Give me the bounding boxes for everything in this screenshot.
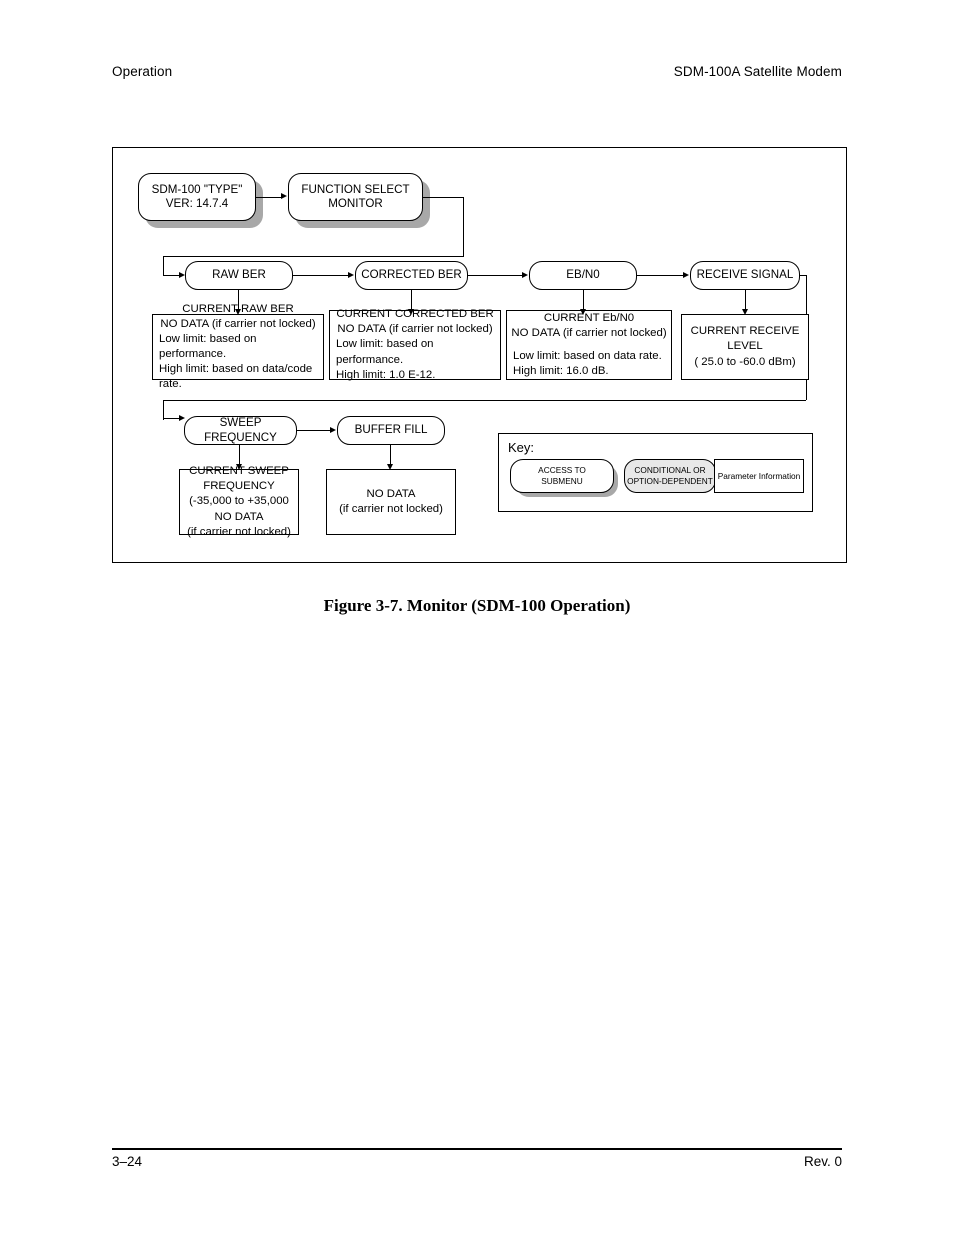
- corrected-ber-p4: High limit: 1.0 E-12.: [336, 368, 436, 381]
- node-sweep-frequency[interactable]: SWEEP FREQUENCY: [184, 416, 297, 445]
- key-legend-box: Key: ACCESS TO SUBMENU CONDITIONAL OR OP…: [498, 433, 813, 512]
- ebn0-p2: NO DATA (if carrier not locked): [511, 327, 667, 340]
- footer-page-number: 3–24: [112, 1154, 143, 1169]
- monitor-flowchart: SDM-100 "TYPE" VER: 14.7.4 FUNCTION SELE…: [0, 0, 954, 600]
- key-access-line2: SUBMENU: [541, 476, 583, 486]
- connector-corrected-to-ebn0: [468, 275, 522, 277]
- sweep-p2: FREQUENCY: [203, 480, 275, 493]
- receive-signal-label: RECEIVE SIGNAL: [696, 268, 794, 282]
- function-select-line2: MONITOR: [328, 197, 383, 210]
- connector-wrap-h: [163, 399, 806, 401]
- arrow-ebn0-to-receive: [683, 271, 689, 278]
- param-box-raw-ber: CURRENT RAW BER NO DATA (if carrier not …: [152, 303, 324, 390]
- key-conditional-line2: OPTION-DEPENDENT: [627, 476, 713, 486]
- key-conditional-line1: CONDITIONAL OR: [634, 465, 706, 476]
- corrected-ber-p3: Low limit: based on performance.: [336, 338, 434, 366]
- param-box-ebn0: CURRENT Eb/N0 NO DATA (if carrier not lo…: [506, 310, 672, 380]
- connector-function-out-h: [423, 196, 464, 198]
- connector-sweep-to-buffer: [297, 430, 330, 432]
- node-sdm100-type[interactable]: SDM-100 "TYPE" VER: 14.7.4: [138, 173, 256, 221]
- ebn0-p3: Low limit: based on data rate.: [513, 349, 662, 362]
- corrected-ber-p1: CURRENT CORRECTED BER: [336, 308, 494, 321]
- connector-ebn0-down: [583, 290, 585, 310]
- bus-row2-v: [163, 399, 165, 420]
- bus-row1-v: [163, 256, 165, 276]
- arrow-sweep-down: [236, 464, 242, 470]
- title-line1: SDM-100 "TYPE": [151, 182, 243, 196]
- key-parameter-shape: Parameter Information: [714, 459, 804, 493]
- receive-p1: CURRENT RECEIVE: [690, 325, 800, 338]
- sweep-p5: (if carrier not locked): [187, 525, 291, 538]
- node-raw-ber[interactable]: RAW BER: [185, 261, 293, 290]
- arrow-corrected-down: [408, 309, 414, 315]
- bus-row2-entry: [163, 418, 180, 420]
- connector-receive-down: [745, 290, 747, 310]
- node-receive-signal[interactable]: RECEIVE SIGNAL: [690, 261, 800, 290]
- sweep-p4: NO DATA: [214, 510, 264, 523]
- arrow-into-sweep-frequency: [179, 414, 185, 421]
- connector-rawber-to-corrected: [293, 275, 348, 277]
- receive-p2: LEVEL: [727, 340, 763, 353]
- key-conditional-shape: CONDITIONAL OR OPTION-DEPENDENT: [624, 459, 716, 493]
- arrow-into-raw-ber: [179, 271, 185, 278]
- param-box-sweep-frequency: CURRENT SWEEP FREQUENCY (-35,000 to +35,…: [179, 465, 299, 538]
- raw-ber-p2: NO DATA (if carrier not locked): [160, 317, 316, 330]
- node-buffer-fill[interactable]: BUFFER FILL: [337, 416, 445, 445]
- buffer-p2: (if carrier not locked): [339, 503, 443, 515]
- ebn0-p1: CURRENT Eb/N0: [543, 312, 635, 324]
- param-box-corrected-ber: CURRENT CORRECTED BER NO DATA (if carrie…: [329, 308, 501, 381]
- receive-p3: ( 25.0 to -60.0 dBm): [694, 355, 796, 368]
- corrected-ber-p2: NO DATA (if carrier not locked): [337, 323, 493, 336]
- arrow-title-to-function: [281, 193, 287, 199]
- param-box-buffer-fill: NO DATA (if carrier not locked): [326, 469, 456, 535]
- arrow-corrected-to-ebn0: [522, 271, 528, 278]
- buffer-p1: NO DATA: [366, 487, 416, 500]
- bus-row1-h: [163, 256, 463, 258]
- sweep-p3: (-35,000 to +35,000: [189, 495, 289, 508]
- arrow-ebn0-down: [580, 309, 586, 315]
- footer-rule: [112, 1148, 842, 1150]
- arrow-rawber-to-corrected: [348, 271, 354, 278]
- sweep-frequency-label: SWEEP FREQUENCY: [204, 416, 277, 444]
- connector-sweep-down: [239, 445, 241, 465]
- node-ebn0[interactable]: EB/N0: [529, 261, 637, 290]
- function-select-line1: FUNCTION SELECT: [301, 182, 410, 196]
- node-function-select-monitor[interactable]: FUNCTION SELECT MONITOR: [288, 173, 423, 221]
- bus-row1-entry: [163, 275, 180, 277]
- ebn0-p4: High limit: 16.0 dB.: [513, 364, 609, 377]
- arrow-receive-down: [742, 309, 748, 315]
- raw-ber-p4: High limit: based on data/code rate.: [159, 363, 313, 391]
- raw-ber-p3: Low limit: based on performance.: [159, 332, 257, 360]
- raw-ber-label: RAW BER: [212, 268, 266, 282]
- buffer-fill-label: BUFFER FILL: [354, 423, 428, 437]
- arrow-sweep-to-buffer: [330, 426, 336, 433]
- arrow-rawber-down: [235, 309, 241, 315]
- title-line2: VER: 14.7.4: [165, 197, 229, 210]
- arrow-buffer-down: [387, 464, 393, 470]
- footer-revision: Rev. 0: [803, 1154, 842, 1169]
- corrected-ber-label: CORRECTED BER: [361, 268, 462, 282]
- document-page: Operation SDM-100A Satellite Modem SDM-1…: [0, 0, 954, 1235]
- connector-ebn0-to-receive: [637, 275, 683, 277]
- key-label: Key:: [508, 440, 535, 455]
- node-corrected-ber[interactable]: CORRECTED BER: [355, 261, 468, 290]
- key-parameter-label: Parameter Information: [717, 471, 801, 481]
- connector-buffer-down: [390, 445, 392, 465]
- connector-title-to-function: [256, 196, 282, 198]
- key-access-line1: ACCESS TO: [538, 465, 586, 476]
- ebn0-label: EB/N0: [566, 268, 600, 282]
- key-access-submenu-shape: ACCESS TO SUBMENU: [510, 459, 614, 493]
- connector-function-out-v: [462, 196, 464, 257]
- param-box-receive-signal: CURRENT RECEIVE LEVEL ( 25.0 to -60.0 dB…: [681, 314, 809, 380]
- figure-caption: Figure 3-7. Monitor (SDM-100 Operation): [323, 596, 631, 615]
